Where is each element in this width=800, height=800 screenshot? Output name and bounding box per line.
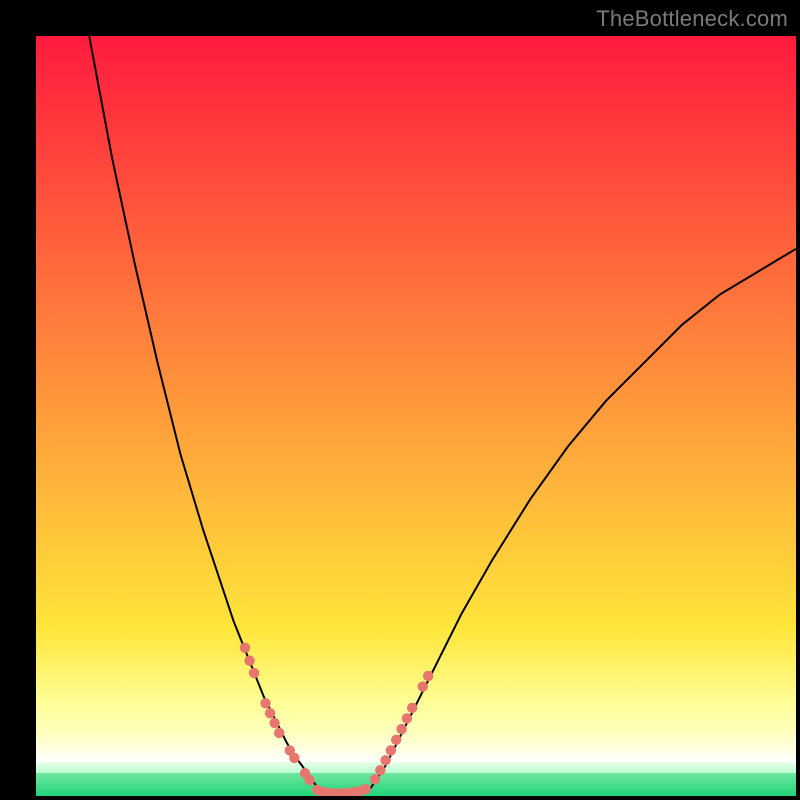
data-marker [418,681,428,691]
data-marker [402,713,412,723]
data-marker [361,784,371,794]
data-marker [375,765,385,775]
data-marker [423,671,433,681]
data-marker [265,708,275,718]
data-marker [380,755,390,765]
bottleneck-chart [0,0,800,800]
data-marker [249,668,259,678]
data-marker [396,724,406,734]
data-marker [244,656,254,666]
watermark-text: TheBottleneck.com [596,6,788,32]
data-marker [289,753,299,763]
plot-background-gradient [36,36,796,796]
data-marker [370,774,380,784]
chart-container: TheBottleneck.com [0,0,800,800]
data-marker [260,698,270,708]
data-marker [386,745,396,755]
data-marker [274,728,284,738]
data-marker [407,703,417,713]
data-marker [391,735,401,745]
data-marker [304,775,314,785]
data-marker [240,643,250,653]
data-marker [269,718,279,728]
